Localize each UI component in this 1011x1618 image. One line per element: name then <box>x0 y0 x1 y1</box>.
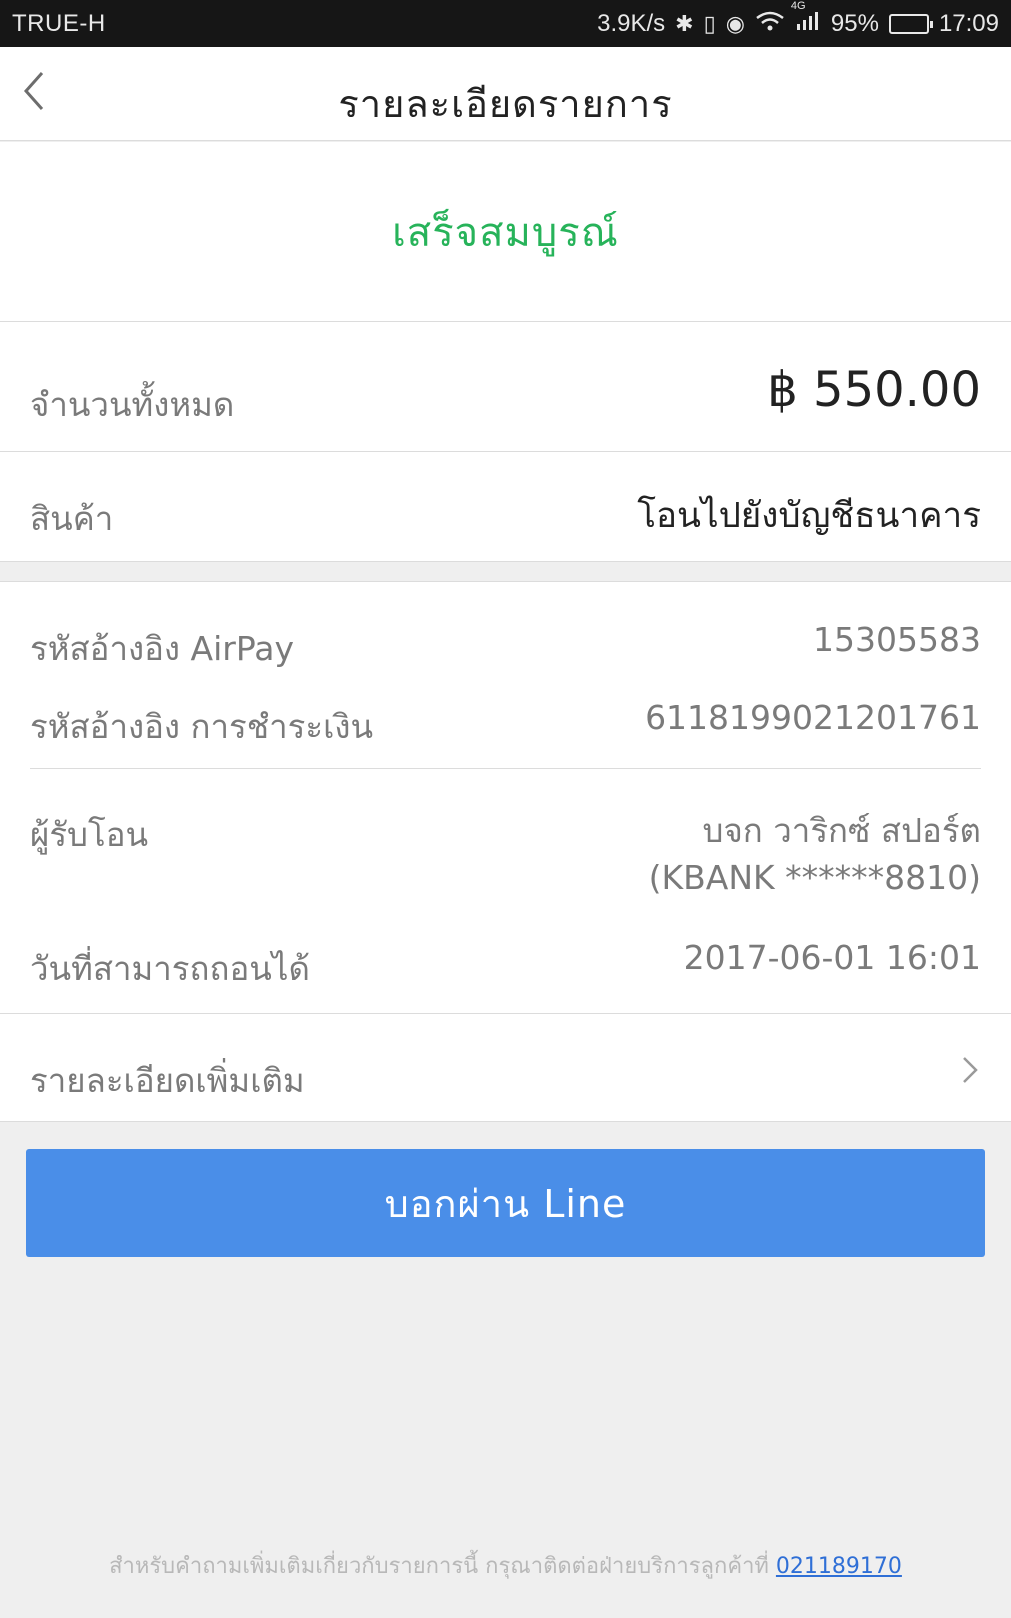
product-value: โอนไปยังบัญชีธนาคาร <box>637 496 981 536</box>
total-value: ฿ 550.00 <box>767 362 981 418</box>
recipient-name: บจก วาริกซ์ สปอร์ต <box>702 811 981 850</box>
footer-help: สำหรับคำถามเพิ่มเติมเกี่ยวกับรายการนี้ ก… <box>0 1548 1011 1583</box>
nav-bar: รายละเอียดรายการ <box>0 47 1011 141</box>
share-line-button[interactable]: บอกผ่าน Line <box>26 1149 985 1257</box>
payment-ref-value: 6118199021201761 <box>645 698 981 737</box>
bluetooth-icon: ✱ <box>675 10 694 36</box>
details-card: รหัสอ้างอิง AirPay 15305583 รหัสอ้างอิง … <box>0 581 1011 1014</box>
airpay-ref-label: รหัสอ้างอิง AirPay <box>30 629 294 668</box>
recipient-account: (KBANK ******8810) <box>648 858 981 897</box>
status-bar-right: 3.9K/s ✱ ▯ ◉ 4G 95% 17:09 <box>597 0 999 38</box>
clock: 17:09 <box>938 9 999 37</box>
battery-icon <box>888 13 933 34</box>
network-speed: 3.9K/s <box>597 9 666 37</box>
recipient-label: ผู้รับโอน <box>30 815 149 854</box>
more-details-row[interactable]: รายละเอียดเพิ่มเติม <box>0 1014 1011 1122</box>
cell-signal-icon: 4G <box>791 0 821 38</box>
wifi-icon <box>755 10 785 38</box>
transaction-status: เสร็จสมบูรณ์ <box>0 142 1011 322</box>
payment-ref-label: รหัสอ้างอิง การชำระเงิน <box>30 707 374 746</box>
withdraw-date-label: วันที่สามารถถอนได้ <box>30 949 310 988</box>
status-bar: TRUE-H 3.9K/s ✱ ▯ ◉ 4G 95% 17:09 <box>0 0 1011 47</box>
product-label: สินค้า <box>30 499 114 538</box>
support-phone-link[interactable]: 021189170 <box>776 1554 902 1579</box>
eye-icon: ◉ <box>725 10 745 36</box>
more-details-label: รายละเอียดเพิ่มเติม <box>30 1061 305 1100</box>
carrier-label: TRUE-H <box>12 9 106 37</box>
product-row: สินค้า โอนไปยังบัญชีธนาคาร <box>0 452 1011 562</box>
vibrate-icon: ▯ <box>703 10 716 36</box>
airpay-ref-value: 15305583 <box>813 620 981 659</box>
page-title: รายละเอียดรายการ <box>338 82 673 126</box>
chevron-right-icon <box>963 1057 978 1083</box>
total-row: จำนวนทั้งหมด ฿ 550.00 <box>0 322 1011 452</box>
total-label: จำนวนทั้งหมด <box>30 385 235 424</box>
status-text: เสร็จสมบูรณ์ <box>392 209 619 256</box>
network-type: 4G <box>790 0 806 12</box>
battery-percent: 95% <box>830 9 879 37</box>
divider <box>30 768 981 769</box>
withdraw-date-value: 2017-06-01 16:01 <box>683 938 981 977</box>
footer-text: สำหรับคำถามเพิ่มเติมเกี่ยวกับรายการนี้ ก… <box>109 1554 776 1579</box>
